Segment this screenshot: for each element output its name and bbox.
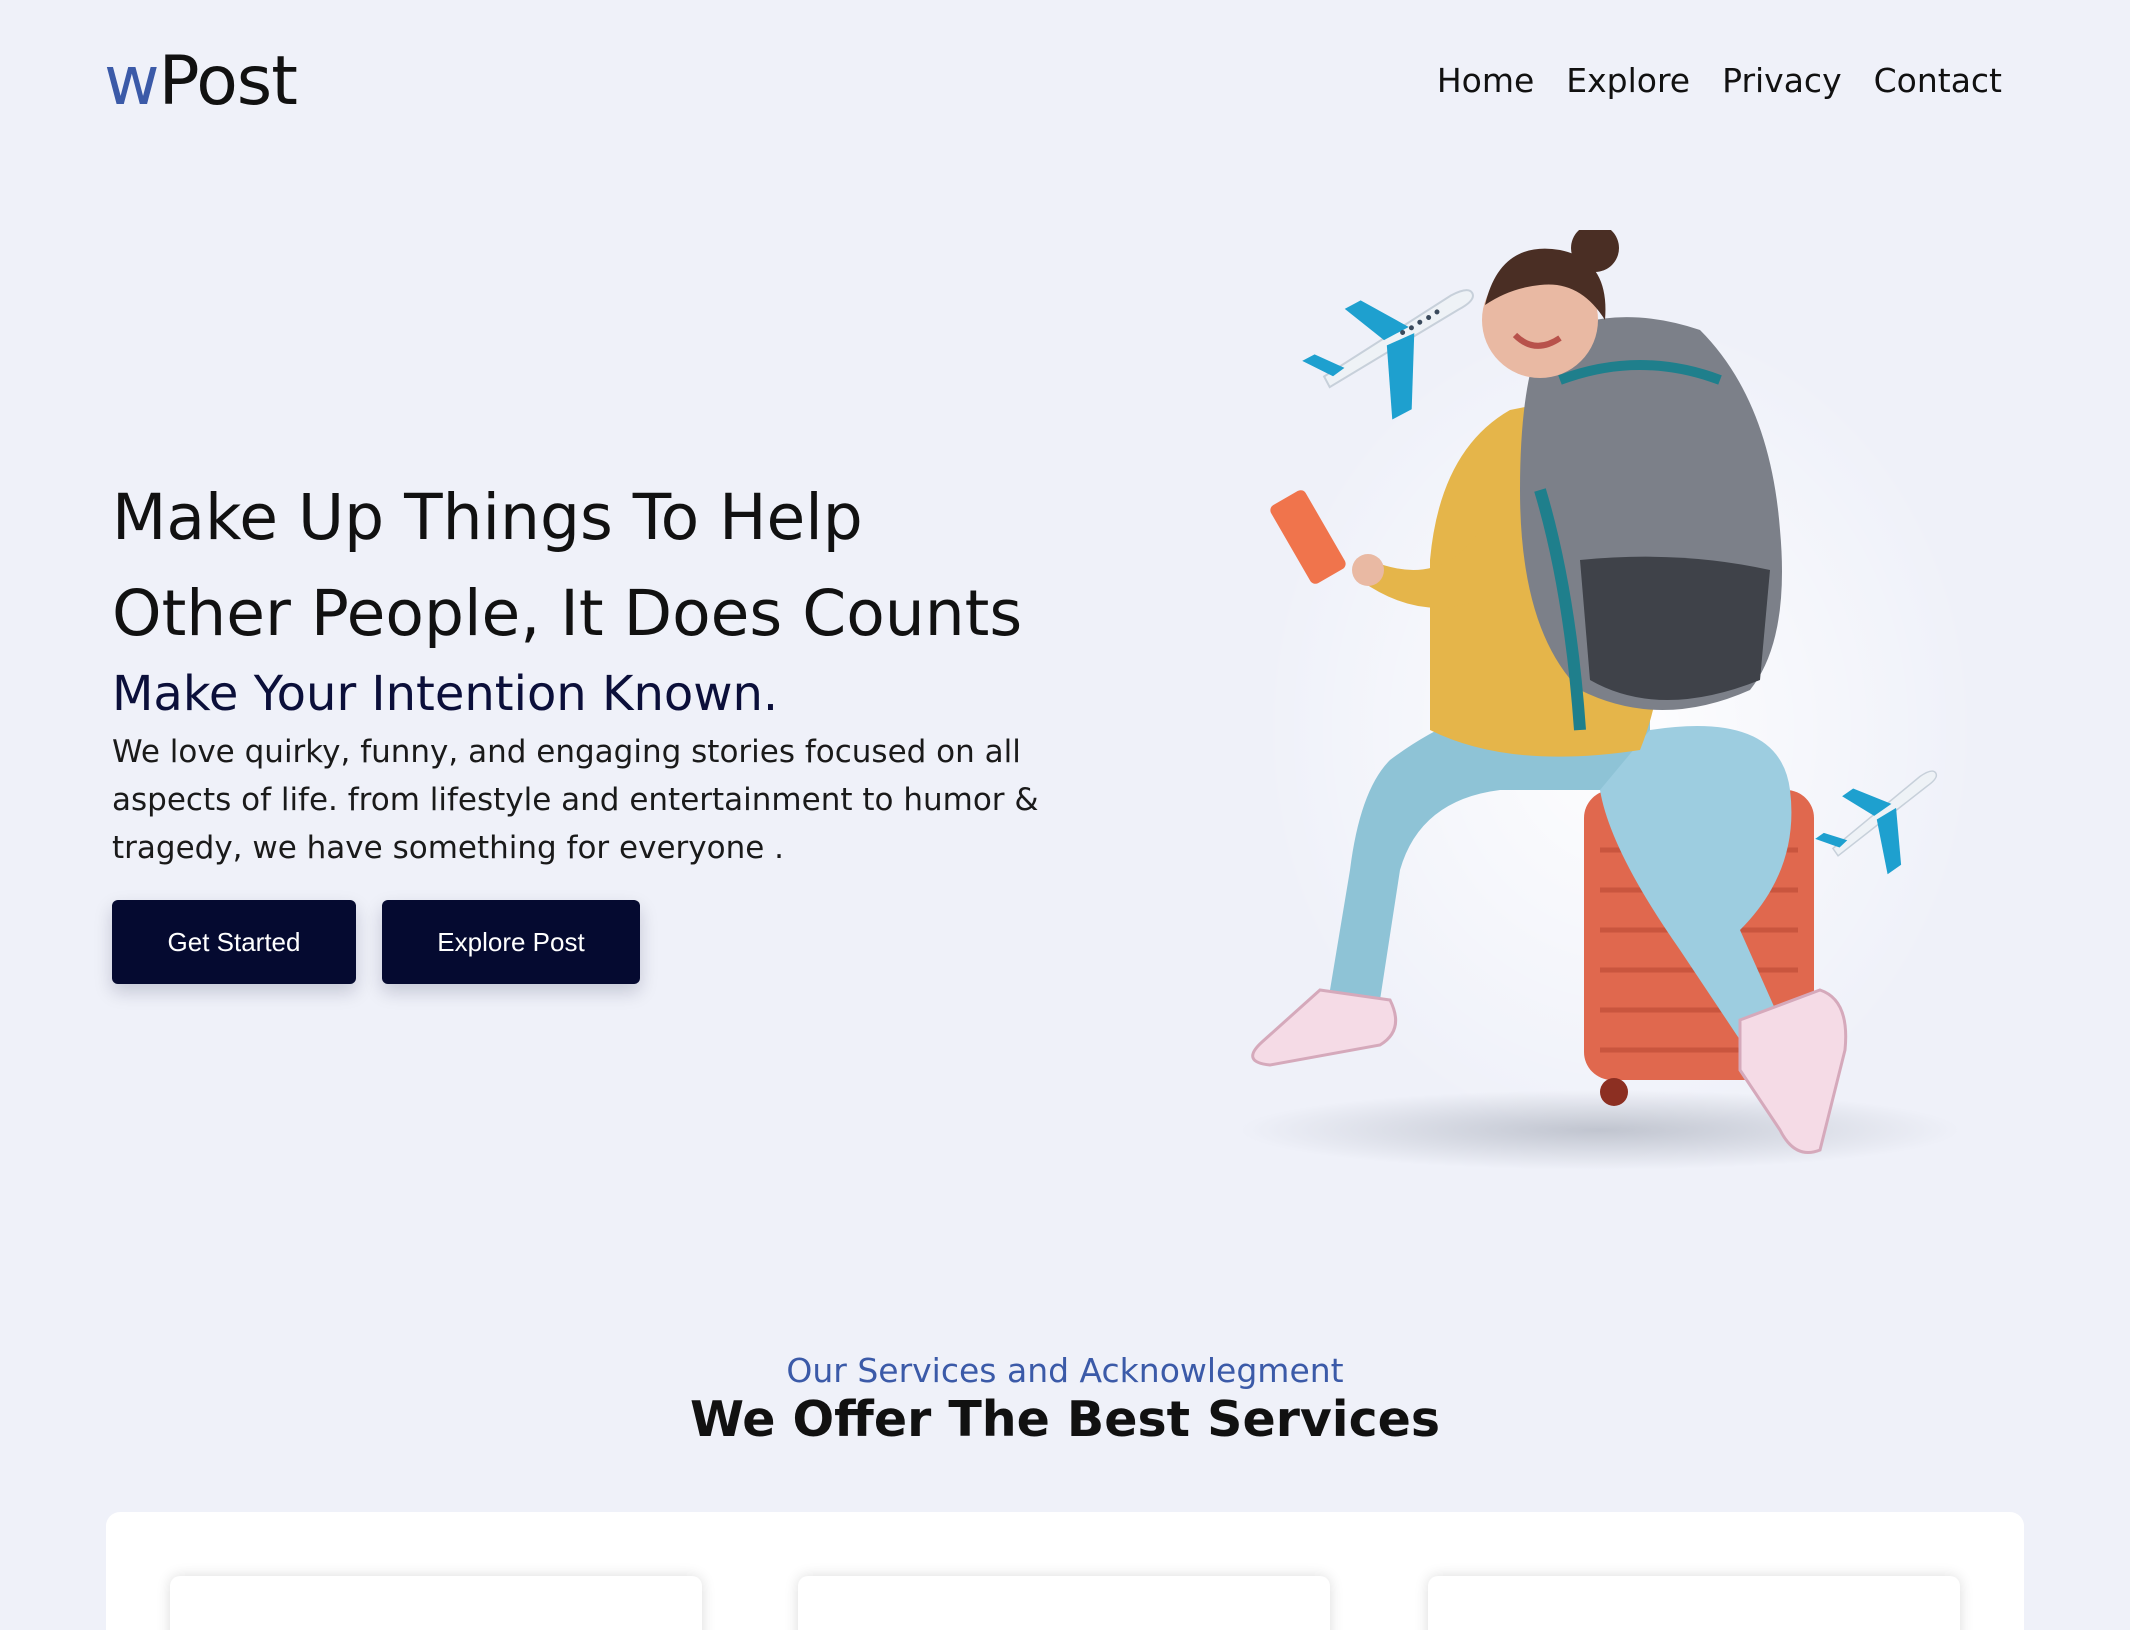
site-header: wPost Home Explore Privacy Contact xyxy=(0,0,2130,165)
main-nav: Home Explore Privacy Contact xyxy=(1437,58,2002,104)
nav-home[interactable]: Home xyxy=(1437,58,1534,104)
services-title: We Offer The Best Services xyxy=(689,1391,1441,1448)
page: wPost Home Explore Privacy Contact Make … xyxy=(0,0,2130,1630)
service-card[interactable] xyxy=(1428,1576,1960,1630)
logo-prefix: w xyxy=(104,42,160,121)
explore-post-button[interactable]: Explore Post xyxy=(382,900,640,984)
traveler-illustration xyxy=(1240,230,1980,1170)
service-card[interactable] xyxy=(170,1576,702,1630)
nav-contact[interactable]: Contact xyxy=(1874,58,2002,104)
hero-title-line-1: Make Up Things To Help xyxy=(112,481,863,554)
hero-subtitle: Make Your Intention Known. xyxy=(112,666,779,722)
services-panel xyxy=(106,1512,2024,1630)
service-card[interactable] xyxy=(798,1576,1330,1630)
nav-explore[interactable]: Explore xyxy=(1566,58,1690,104)
get-started-button[interactable]: Get Started xyxy=(112,900,356,984)
logo[interactable]: wPost xyxy=(104,42,298,122)
hero-title-line-2: Other People, It Does Counts xyxy=(112,577,1023,650)
nav-privacy[interactable]: Privacy xyxy=(1722,58,1841,104)
hero-title: Make Up Things To Help Other People, It … xyxy=(112,470,1092,662)
hero-description: We love quirky, funny, and engaging stor… xyxy=(112,734,1039,866)
logo-suffix: Post xyxy=(158,42,298,121)
